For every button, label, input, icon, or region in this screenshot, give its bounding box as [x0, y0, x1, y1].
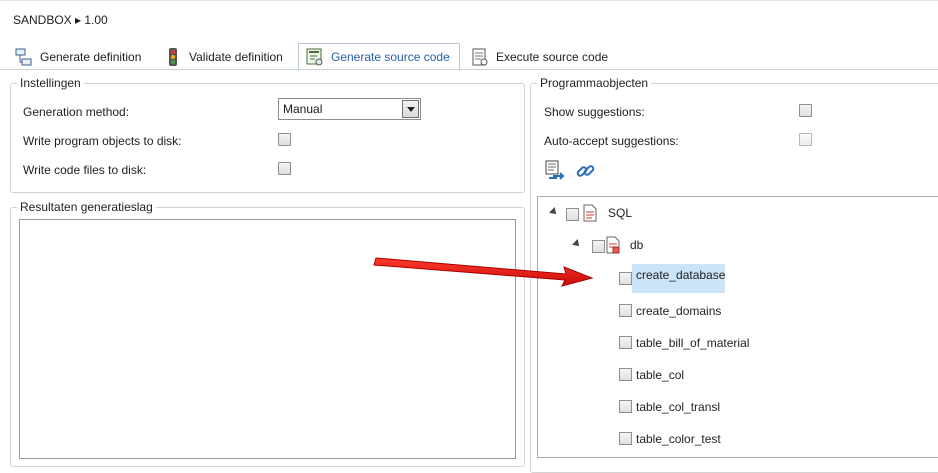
- tree-node-checkbox[interactable]: [566, 208, 579, 221]
- write-program-objects-checkbox[interactable]: [278, 133, 291, 146]
- tree-item-table-col-transl[interactable]: table_col_transl: [632, 396, 724, 418]
- show-suggestions-checkbox[interactable]: [799, 104, 812, 117]
- write-code-files-label: Write code files to disk:: [23, 163, 147, 177]
- tab-label: Generate definition: [40, 49, 142, 64]
- traffic-light-icon: [163, 47, 183, 67]
- tree-item-table-color-test[interactable]: table_color_test: [632, 428, 725, 450]
- auto-accept-label: Auto-accept suggestions:: [544, 134, 679, 148]
- tree-item-table-col[interactable]: table_col: [632, 364, 688, 386]
- tree-item-checkbox[interactable]: [619, 368, 632, 381]
- tree-item-create-database[interactable]: create_database: [632, 264, 725, 293]
- tree-item-checkbox[interactable]: [619, 272, 632, 285]
- generate-definition-icon: [14, 47, 34, 67]
- tab-label: Execute source code: [496, 49, 609, 64]
- sql-file-icon: [605, 236, 621, 254]
- program-objects-tree[interactable]: SQL db create_database create_domains ta…: [537, 196, 938, 458]
- execute-script-icon: [470, 47, 490, 67]
- tree-item-checkbox[interactable]: [619, 400, 632, 413]
- tab-execute-source-code[interactable]: Execute source code: [464, 43, 608, 70]
- link-icon[interactable]: [575, 160, 597, 182]
- annotation-arrow-icon: [373, 257, 594, 287]
- generation-method-label: Generation method:: [23, 105, 130, 119]
- tree-item-create-domains[interactable]: create_domains: [632, 300, 725, 322]
- generate-code-icon: [305, 47, 325, 67]
- sql-file-icon: [582, 204, 598, 222]
- tab-generate-definition[interactable]: Generate definition: [8, 43, 141, 70]
- write-code-files-checkbox[interactable]: [278, 162, 291, 175]
- expand-toggle-icon[interactable]: [549, 207, 559, 217]
- tree-node-label[interactable]: SQL: [604, 202, 636, 224]
- tab-underline: [0, 69, 938, 70]
- generation-method-value: Manual: [283, 102, 323, 116]
- chevron-down-icon[interactable]: [402, 100, 419, 118]
- tree-node-label[interactable]: db: [626, 234, 647, 256]
- tab-label: Generate source code: [331, 50, 450, 64]
- tree-item-checkbox[interactable]: [619, 336, 632, 349]
- program-objects-legend: Programmaobjecten: [537, 76, 652, 90]
- tree-item-checkbox[interactable]: [619, 304, 632, 317]
- generation-method-select[interactable]: Manual: [278, 98, 421, 120]
- tree-item-checkbox[interactable]: [619, 432, 632, 445]
- auto-accept-checkbox[interactable]: [799, 133, 812, 146]
- settings-legend: Instellingen: [17, 76, 84, 90]
- tab-generate-source-code[interactable]: Generate source code: [298, 43, 460, 71]
- tab-validate-definition[interactable]: Validate definition: [157, 43, 283, 70]
- results-legend: Resultaten generatieslag: [17, 200, 156, 214]
- tab-label: Validate definition: [189, 49, 283, 64]
- tree-item-table-bill-of-material[interactable]: table_bill_of_material: [632, 332, 753, 354]
- window-top-border: [0, 0, 938, 3]
- import-list-icon[interactable]: [544, 159, 566, 181]
- page-title: SANDBOX ▸ 1.00: [13, 13, 108, 27]
- tab-bar: Generate definition Validate definition …: [0, 43, 938, 71]
- write-program-objects-label: Write program objects to disk:: [23, 134, 182, 148]
- show-suggestions-label: Show suggestions:: [544, 105, 645, 119]
